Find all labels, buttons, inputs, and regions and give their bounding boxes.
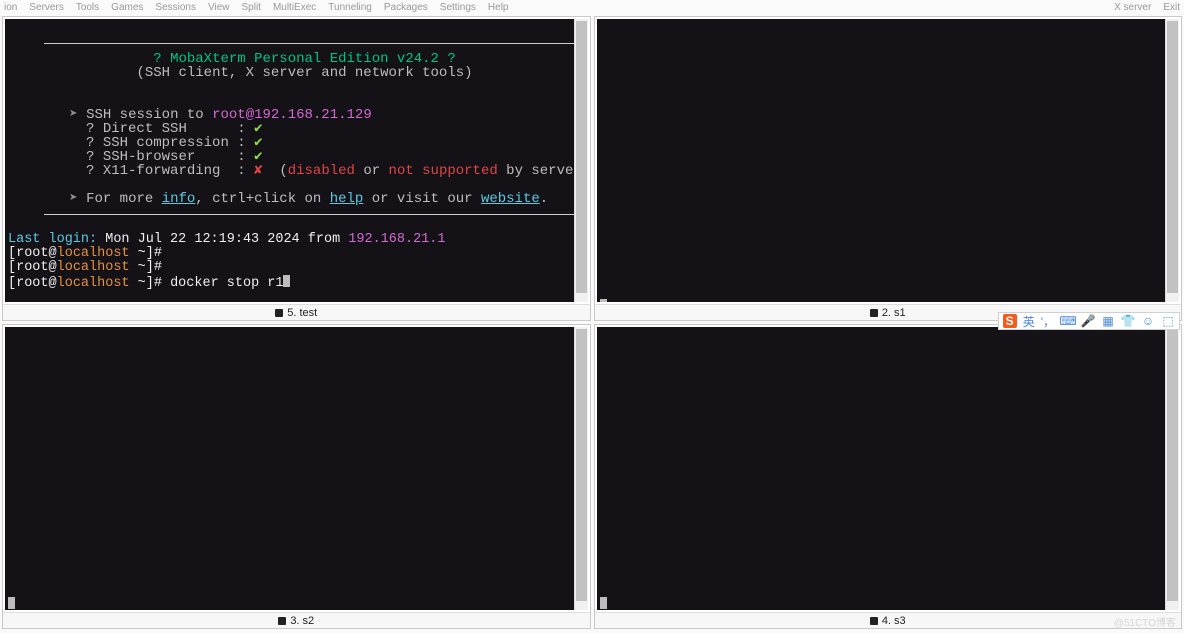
- mic-icon[interactable]: 🎤: [1081, 314, 1095, 328]
- menu-help[interactable]: Help: [488, 2, 509, 13]
- menu-bar: ion Servers Tools Games Sessions View Split Mul…: [0, 0, 1184, 14]
- tab-label: 4. s3: [882, 615, 906, 627]
- menu-multiexec[interactable]: MultiExec: [273, 2, 316, 13]
- shell-prompt: ~]#: [130, 246, 171, 261]
- scrollbar[interactable]: [1165, 19, 1179, 302]
- ime-lang[interactable]: 英: [1023, 313, 1035, 330]
- cursor-icon: [283, 275, 290, 287]
- cross-icon: ✘: [254, 163, 262, 179]
- terminal-icon: [870, 617, 878, 625]
- last-login-ip: 192.168.21.1: [348, 232, 445, 247]
- menu-split[interactable]: Split: [241, 2, 260, 13]
- menu-x-server[interactable]: X server: [1114, 2, 1151, 13]
- terminal-icon: [278, 617, 286, 625]
- menu-settings[interactable]: Settings: [440, 2, 476, 13]
- scrollbar[interactable]: [1165, 327, 1179, 610]
- scrollbar[interactable]: [574, 19, 588, 302]
- menu-view[interactable]: View: [208, 2, 230, 13]
- cursor-icon: [600, 299, 607, 302]
- pane-s1[interactable]: 2. s1: [594, 16, 1183, 321]
- ime-punct[interactable]: '，: [1041, 313, 1055, 330]
- terminal-output[interactable]: ? MobaXterm Personal Edition v24.2 ? (SS…: [5, 19, 574, 302]
- terminal-output[interactable]: [597, 327, 1166, 610]
- cursor-icon: [8, 597, 15, 609]
- typed-command: docker stop r1: [170, 276, 283, 291]
- shirt-icon[interactable]: 👕: [1121, 314, 1135, 328]
- menu-ion[interactable]: ion: [4, 2, 17, 13]
- banner-subtitle: (SSH client, X server and network tools): [136, 65, 472, 81]
- terminal-icon: [275, 309, 283, 317]
- tab-label: 2. s1: [882, 307, 906, 319]
- website-link[interactable]: website: [481, 191, 540, 207]
- menu-exit[interactable]: Exit: [1163, 2, 1180, 13]
- pane-s2[interactable]: 3. s2: [2, 324, 591, 629]
- cursor-icon: [600, 597, 607, 609]
- apps-icon[interactable]: ⬚: [1161, 314, 1175, 328]
- menu-tools[interactable]: Tools: [76, 2, 99, 13]
- pane-test[interactable]: ? MobaXterm Personal Edition v24.2 ? (SS…: [2, 16, 591, 321]
- help-link[interactable]: help: [330, 191, 364, 207]
- sogou-logo-icon[interactable]: S: [1003, 314, 1017, 328]
- last-login-label: Last login:: [8, 232, 97, 247]
- grid-icon[interactable]: ▦: [1101, 314, 1115, 328]
- info-link[interactable]: info: [162, 191, 196, 207]
- menu-games[interactable]: Games: [111, 2, 143, 13]
- menu-tunneling[interactable]: Tunneling: [328, 2, 372, 13]
- keyboard-icon[interactable]: ⌨: [1061, 314, 1075, 328]
- tab-label: 5. test: [287, 307, 317, 319]
- terminal-output[interactable]: [597, 19, 1166, 302]
- watermark: @51CTO博客: [1114, 614, 1176, 629]
- terminal-icon: [870, 309, 878, 317]
- tab-label: 3. s2: [290, 615, 314, 627]
- menu-packages[interactable]: Packages: [384, 2, 428, 13]
- ime-toolbar[interactable]: S 英 '， ⌨ 🎤 ▦ 👕 ☺ ⬚: [998, 312, 1180, 330]
- menu-sessions[interactable]: Sessions: [155, 2, 196, 13]
- pane-s3[interactable]: 4. s3: [594, 324, 1183, 629]
- scrollbar[interactable]: [574, 327, 588, 610]
- tab-s2[interactable]: 3. s2: [3, 612, 590, 628]
- tab-s3[interactable]: 4. s3: [595, 612, 1182, 628]
- tab-test[interactable]: 5. test: [3, 304, 590, 320]
- terminal-output[interactable]: [5, 327, 574, 610]
- face-icon[interactable]: ☺: [1141, 314, 1155, 328]
- menu-servers[interactable]: Servers: [29, 2, 63, 13]
